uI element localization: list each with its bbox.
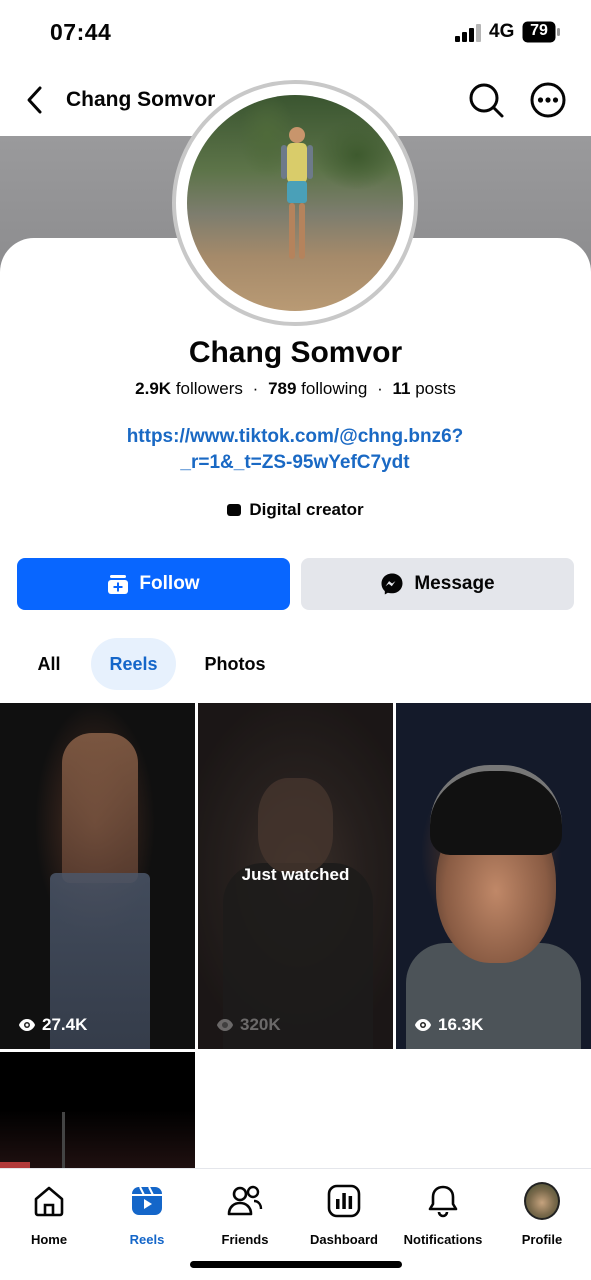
view-count: 16.3K <box>414 1015 483 1035</box>
content-tabs: All Reels Photos <box>0 638 591 690</box>
view-count: 320K <box>216 1015 281 1035</box>
following-stat[interactable]: 789 following <box>268 379 367 398</box>
profile-link-line1: https://www.tiktok.com/@chng.bnz6? <box>126 426 464 447</box>
eye-icon <box>19 1019 35 1031</box>
category-label: Digital creator <box>249 500 364 519</box>
nav-title: Chang Somvor <box>66 88 216 111</box>
follow-button[interactable]: Follow <box>17 558 290 610</box>
tab-photos[interactable]: Photos <box>190 638 280 690</box>
reels-icon <box>129 1183 165 1219</box>
person-figure <box>281 127 313 259</box>
view-count-value: 16.3K <box>438 1015 484 1034</box>
home-icon <box>31 1183 67 1219</box>
bottom-tab-label: Reels <box>129 1232 165 1247</box>
search-button[interactable] <box>466 80 506 120</box>
bottom-tab-reels[interactable]: Reels <box>98 1183 196 1253</box>
reel-thumbnail[interactable]: 16.3K <box>396 703 591 1049</box>
briefcase-icon <box>227 504 242 516</box>
bottom-tab-home[interactable]: Home <box>0 1183 98 1253</box>
battery-level: 79 <box>530 22 548 39</box>
profile-link-line2: _r=1&_t=ZS-95wYefC7ydt <box>180 452 410 473</box>
profile-picture[interactable] <box>172 80 418 326</box>
bottom-tab-profile[interactable]: Profile <box>493 1182 591 1253</box>
status-time: 07:44 <box>50 19 112 45</box>
thumbnail-figure <box>62 733 138 883</box>
bottom-tab-label: Friends <box>221 1232 269 1247</box>
posts-label: posts <box>415 379 456 398</box>
dashboard-icon <box>326 1183 362 1219</box>
bottom-tab-notifications[interactable]: Notifications <box>394 1183 492 1253</box>
status-bar: 07:44 4G 79 <box>0 0 591 64</box>
following-count: 789 <box>268 379 297 398</box>
home-indicator <box>190 1261 402 1268</box>
add-friend-icon <box>108 575 129 594</box>
stat-separator: · <box>252 379 259 398</box>
followers-label: followers <box>175 379 243 398</box>
more-horizontal-icon <box>530 82 566 118</box>
more-options-button[interactable] <box>528 80 568 120</box>
bottom-tab-label: Dashboard <box>310 1232 378 1247</box>
reels-grid: 27.4K Just watched 320K 16.3K <box>0 703 591 1168</box>
profile-link[interactable]: https://www.tiktok.com/@chng.bnz6? _r=1&… <box>95 424 495 476</box>
thumbnail-detail <box>62 1112 65 1168</box>
view-count: 27.4K <box>18 1015 87 1035</box>
battery-icon: 79 <box>522 21 560 43</box>
profile-category: Digital creator <box>0 500 591 520</box>
reel-thumbnail[interactable] <box>0 1052 195 1168</box>
search-icon <box>469 83 504 118</box>
stat-separator: · <box>377 379 383 398</box>
view-count-value: 320K <box>240 1015 281 1034</box>
bottom-tab-label: Home <box>30 1232 68 1247</box>
bottom-tab-label: Profile <box>521 1232 563 1247</box>
profile-name: Chang Somvor <box>188 336 403 369</box>
posts-stat: 11 posts <box>392 379 455 398</box>
reel-thumbnail[interactable]: Just watched 320K <box>198 703 393 1049</box>
message-button[interactable]: Message <box>301 558 574 610</box>
view-count-value: 27.4K <box>42 1015 88 1034</box>
tab-reels[interactable]: Reels <box>91 638 176 690</box>
messenger-icon <box>381 573 403 595</box>
bell-icon <box>425 1183 461 1219</box>
following-label: following <box>301 379 368 398</box>
followers-count: 2.9K <box>135 379 172 398</box>
profile-avatar <box>524 1182 560 1220</box>
friends-icon <box>227 1183 263 1219</box>
just-watched-label: Just watched <box>241 865 350 884</box>
tab-all[interactable]: All <box>22 638 76 690</box>
followers-stat[interactable]: 2.9K followers <box>135 379 243 398</box>
bottom-tab-friends[interactable]: Friends <box>196 1183 294 1253</box>
bottom-tab-dashboard[interactable]: Dashboard <box>295 1183 393 1253</box>
profile-photo <box>187 95 403 311</box>
follow-label: Follow <box>139 573 200 594</box>
signal-icon <box>455 24 481 42</box>
network-type: 4G <box>489 21 515 42</box>
eye-icon <box>415 1019 431 1031</box>
message-label: Message <box>414 573 495 594</box>
bottom-tab-label: Notifications <box>403 1232 483 1247</box>
profile-avatar-icon <box>524 1182 560 1220</box>
chevron-left-icon <box>27 86 42 114</box>
posts-count: 11 <box>392 379 411 398</box>
reel-thumbnail[interactable]: 27.4K <box>0 703 195 1049</box>
thumbnail-figure <box>430 765 562 855</box>
back-button[interactable] <box>18 80 50 120</box>
profile-stats: 2.9K followers · 789 following · 11 post… <box>0 379 591 399</box>
eye-icon <box>217 1019 233 1031</box>
